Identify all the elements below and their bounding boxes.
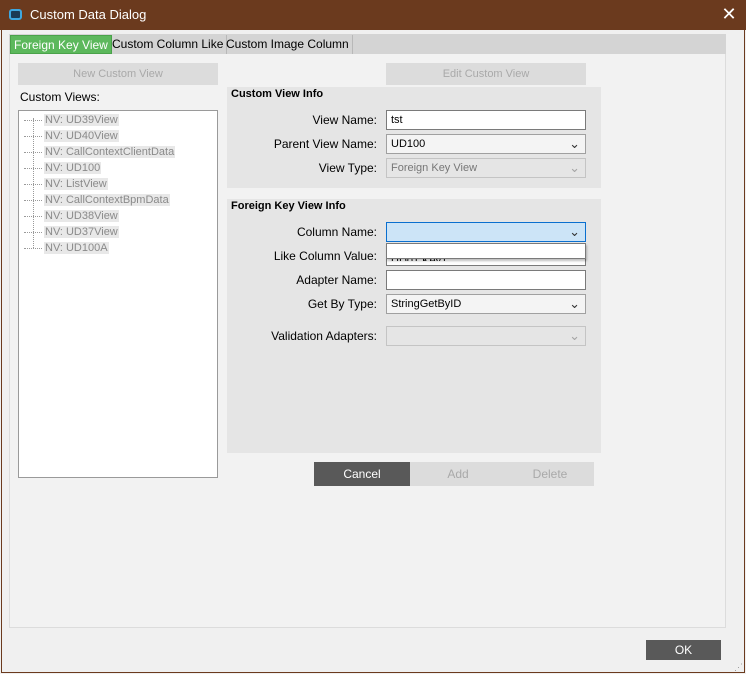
new-custom-view-button[interactable]: New Custom View [18,63,218,85]
parent-view-name-value: UD100 [391,138,426,150]
like-column-value-label: Like Column Value: [273,249,377,263]
validation-adapters-label: Validation Adapters: [271,329,377,343]
column-name-dropdown-list[interactable] [386,243,586,259]
tree-item[interactable]: NV: UD40View [24,128,119,144]
tree-item[interactable]: NV: CallContextClientData [24,144,176,160]
tab-custom-column-like[interactable]: Custom Column Like [109,35,228,54]
adapter-name-input[interactable] [386,270,586,290]
parent-view-name-label: Parent View Name: [273,137,377,151]
tab-custom-image-column[interactable]: Custom Image Column [223,35,353,54]
tree-item[interactable]: NV: UD38View [24,208,119,224]
chevron-down-icon: ⌄ [569,296,580,311]
chevron-down-icon: ⌄ [569,224,580,239]
view-type-select[interactable]: Foreign Key View ⌄ [386,158,586,178]
cancel-button[interactable]: Cancel [314,462,410,486]
chevron-down-icon: ⌄ [569,328,580,343]
column-name-select[interactable]: ⌄ [386,222,586,242]
resize-grip-icon[interactable]: ⋰ [734,662,744,672]
view-name-input[interactable]: tst [386,110,586,130]
add-button[interactable]: Add [410,462,506,486]
column-name-label: Column Name: [296,225,377,239]
view-type-value: Foreign Key View [391,162,478,174]
close-icon[interactable]: ✕ [718,3,740,25]
title-bar: Custom Data Dialog ✕ [0,0,746,30]
delete-button[interactable]: Delete [506,462,594,486]
chevron-down-icon: ⌄ [569,136,580,151]
tree-item[interactable]: NV: UD37View [24,224,119,240]
window-icon [9,9,22,20]
parent-view-name-select[interactable]: UD100 ⌄ [386,134,586,154]
edit-custom-view-button[interactable]: Edit Custom View [386,63,586,85]
custom-view-info-title: Custom View Info [231,88,324,100]
tab-foreign-key-view[interactable]: Foreign Key View [10,35,112,54]
validation-adapters-select[interactable]: ⌄ [386,326,586,346]
chevron-down-icon: ⌄ [569,160,580,175]
ok-button[interactable]: OK [646,640,721,660]
tree-item[interactable]: NV: ListView [24,176,108,192]
custom-views-label: Custom Views: [20,90,100,104]
tree-item[interactable]: NV: UD100 [24,160,102,176]
tree-item[interactable]: NV: UD100A [24,240,109,256]
get-by-type-value: StringGetByID [391,298,462,310]
foreign-key-view-info-title: Foreign Key View Info [231,200,346,212]
tree-item[interactable]: NV: UD39View [24,112,119,128]
get-by-type-label: Get By Type: [307,297,377,311]
window-title: Custom Data Dialog [30,7,147,22]
adapter-name-label: Adapter Name: [296,273,377,287]
get-by-type-select[interactable]: StringGetByID ⌄ [386,294,586,314]
tree-item[interactable]: NV: CallContextBpmData [24,192,170,208]
view-name-label: View Name: [312,113,377,127]
view-type-label: View Type: [318,161,377,175]
